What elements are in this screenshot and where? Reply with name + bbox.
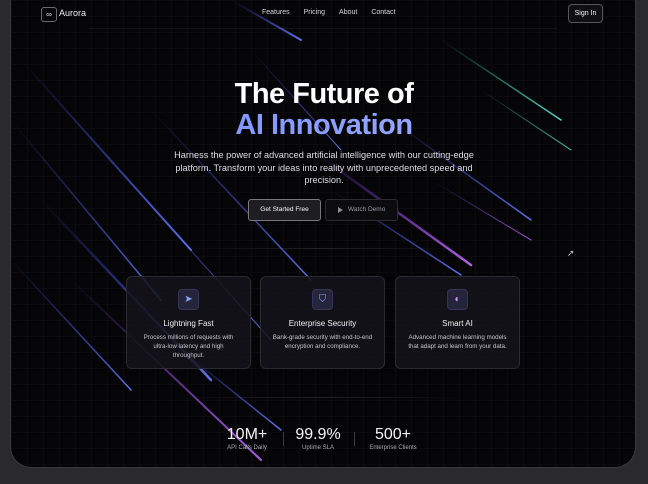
stat-label: API Calls Daily bbox=[227, 445, 267, 451]
hero-title-line2: AI Innovation bbox=[0, 109, 648, 142]
get-started-button[interactable]: Get Started Free bbox=[248, 199, 321, 221]
rocket-icon: ➤ bbox=[178, 289, 199, 310]
stat-enterprise-clients: 500+ Enterprise Clients bbox=[362, 426, 424, 451]
feature-title: Smart AI bbox=[442, 319, 473, 328]
section-divider bbox=[178, 248, 468, 249]
hero-title-line1: The Future of bbox=[234, 78, 414, 110]
watch-demo-button[interactable]: Watch Demo bbox=[325, 199, 398, 221]
stat-value: 500+ bbox=[374, 426, 412, 443]
play-icon bbox=[338, 207, 343, 213]
shield-icon: ⛉ bbox=[312, 289, 333, 310]
brand-name[interactable]: Aurora bbox=[59, 8, 86, 18]
stat-uptime: 99.9% Uptime SLA bbox=[292, 426, 344, 451]
stats-divider bbox=[178, 397, 468, 398]
feature-card-enterprise-security[interactable]: ⛉ Enterprise Security Bank-grade securit… bbox=[260, 276, 385, 369]
stat-label: Enterprise Clients bbox=[369, 445, 417, 451]
logo-icon[interactable]: ∞ bbox=[41, 7, 57, 22]
feature-description: Process millions of requests with ultra-… bbox=[143, 334, 234, 359]
feature-card-smart-ai[interactable]: ◐ Smart AI Advanced machine learning mod… bbox=[395, 276, 520, 369]
stat-api-calls: 10M+ API Calls Daily bbox=[220, 426, 274, 451]
nav-link-features[interactable]: Features bbox=[262, 9, 290, 16]
feature-title: Lightning Fast bbox=[163, 319, 214, 328]
feature-card-lightning-fast[interactable]: ➤ Lightning Fast Process millions of req… bbox=[126, 276, 251, 369]
nav-divider bbox=[89, 28, 557, 29]
nav-links: Features Pricing About Contact bbox=[262, 9, 395, 16]
top-navigation-bar: ∞ Aurora Features Pricing About Contact … bbox=[11, 0, 635, 28]
nav-link-pricing[interactable]: Pricing bbox=[304, 9, 325, 16]
watch-demo-label: Watch Demo bbox=[348, 206, 386, 213]
nav-link-about[interactable]: About bbox=[339, 9, 357, 16]
sign-in-button[interactable]: Sign In bbox=[568, 4, 603, 23]
feature-description: Bank-grade security with end-to-end encr… bbox=[272, 334, 373, 350]
stat-value: 99.9% bbox=[295, 426, 341, 443]
feature-title: Enterprise Security bbox=[288, 319, 357, 328]
stat-separator bbox=[354, 432, 355, 446]
brain-icon: ◐ bbox=[447, 289, 468, 310]
feature-description: Advanced machine learning models that ad… bbox=[408, 334, 507, 350]
nav-link-contact[interactable]: Contact bbox=[371, 9, 395, 16]
hero-subtitle: Harness the power of advanced artificial… bbox=[174, 150, 474, 186]
stat-value: 10M+ bbox=[226, 426, 268, 443]
stat-label: Uptime SLA bbox=[301, 445, 334, 451]
mouse-cursor-icon: ➚ bbox=[567, 248, 575, 258]
stat-separator bbox=[283, 432, 284, 446]
